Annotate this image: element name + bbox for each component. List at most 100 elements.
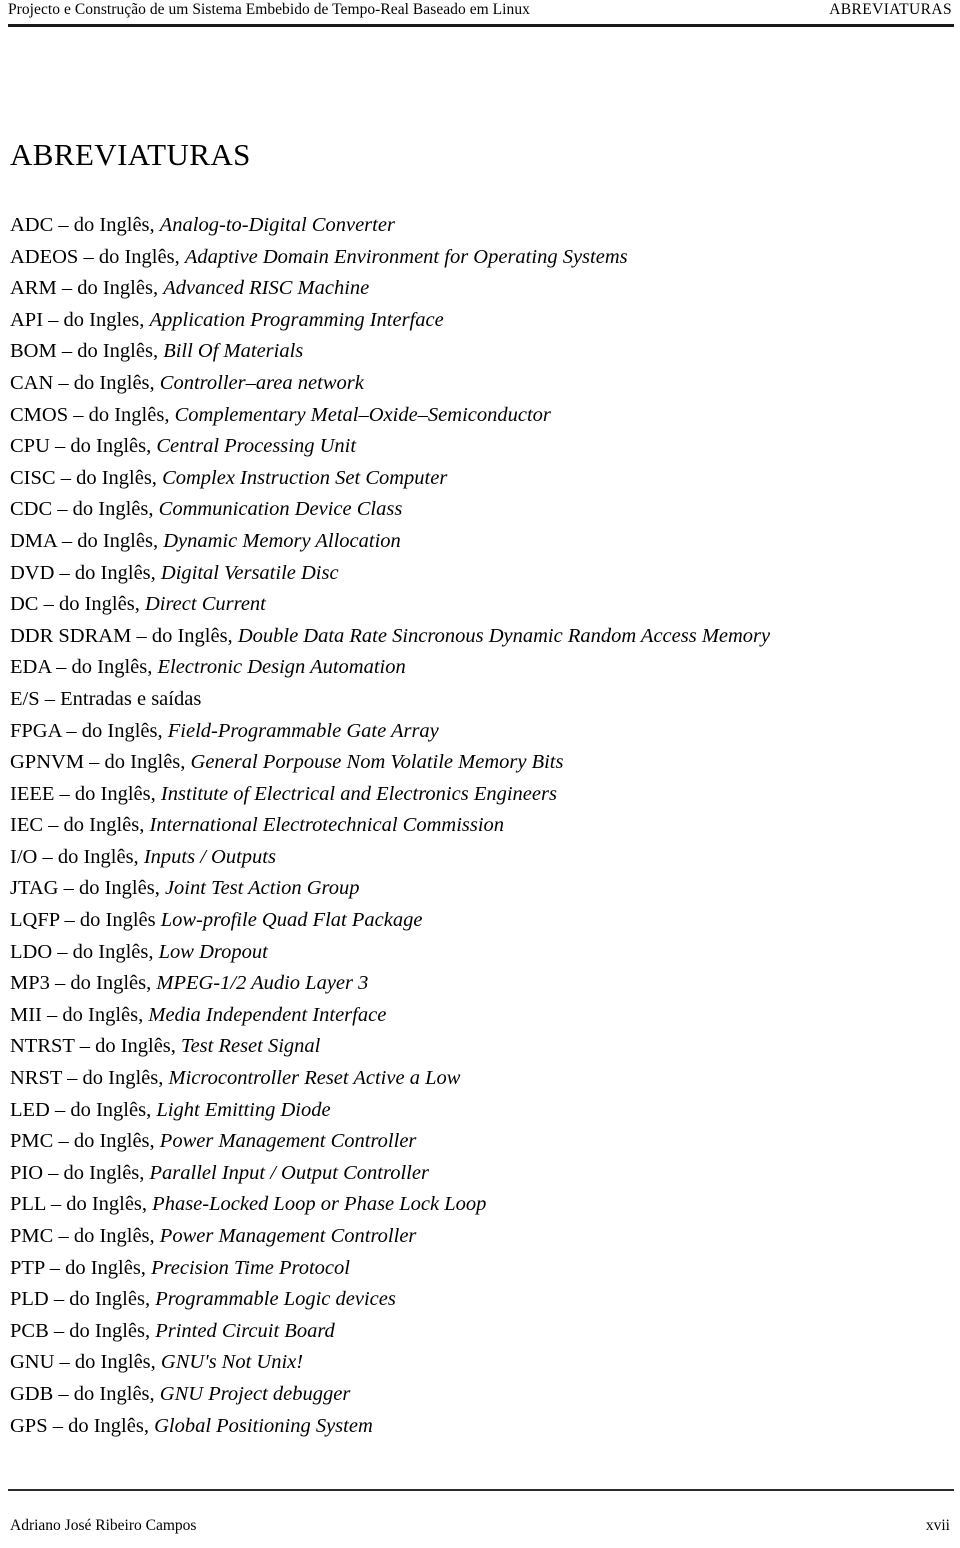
abbreviation-separator: – (56, 529, 78, 552)
abbreviation-expansion: Digital Versatile Disc (160, 561, 339, 584)
abbreviation-expansion: Printed Circuit Board (155, 1319, 335, 1342)
abbreviation-separator: – (47, 1414, 69, 1437)
abbreviation-term: E/S (10, 687, 40, 710)
abbreviation-term: BOM (10, 340, 57, 363)
abbreviation-source-label: do Inglês, (68, 1414, 149, 1437)
abbreviation-expansion: Entradas e saídas (60, 687, 202, 710)
abbreviation-entry: IEC – do Inglês, International Electrote… (10, 810, 950, 842)
abbreviation-separator: – (84, 751, 105, 774)
abbreviation-source-label: do Inglês, (70, 435, 152, 458)
abbreviation-entry: MII – do Inglês, Media Independent Inter… (10, 1000, 950, 1032)
abbreviation-term: PLL (10, 1193, 46, 1216)
abbreviation-source-label: do Inglês, (57, 845, 139, 868)
abbreviation-expansion: GNU's Not Unix! (160, 1351, 304, 1374)
abbreviation-expansion: Field-Programmable Gate Array (167, 719, 439, 742)
abbreviation-term: NTRST (10, 1035, 75, 1058)
abbreviation-expansion: Controller–area network (159, 371, 364, 394)
abbreviation-separator: – (39, 687, 61, 710)
abbreviation-separator: – (45, 1193, 67, 1216)
abbreviation-term: FPGA (10, 719, 62, 742)
abbreviation-entry: BOM – do Inglês, Bill Of Materials (10, 336, 950, 368)
abbreviation-separator: – (37, 845, 58, 868)
abbreviation-expansion: Advanced RISC Machine (163, 277, 370, 300)
abbreviation-entry: MP3 – do Inglês, MPEG-1/2 Audio Layer 3 (10, 968, 950, 1000)
abbreviation-term: PTP (10, 1256, 45, 1279)
abbreviation-term: CPU (10, 435, 50, 458)
abbreviation-term: PCB (10, 1319, 49, 1342)
abbreviation-term: GPS (10, 1414, 48, 1437)
abbreviation-source-label: do Inglês, (71, 656, 153, 679)
abbreviation-entry: ADC – do Inglês, Analog-to-Digital Conve… (10, 210, 950, 242)
abbreviation-separator: – (48, 1319, 70, 1342)
abbreviation-source-label: do Inglês, (70, 1098, 152, 1121)
abbreviation-expansion: Dynamic Memory Allocation (163, 529, 401, 552)
abbreviation-entry: GDB – do Inglês, GNU Project debugger (10, 1379, 950, 1411)
abbreviation-source-label: do Inglês, (78, 877, 160, 900)
abbreviation-separator: – (56, 277, 78, 300)
abbreviation-entry: JTAG – do Inglês, Joint Test Action Grou… (10, 873, 950, 905)
footer-page-number: xvii (925, 1517, 950, 1534)
abbreviation-expansion: Direct Current (144, 593, 266, 616)
abbreviation-separator: – (49, 972, 71, 995)
abbreviation-expansion: Microcontroller Reset Active a Low (168, 1067, 461, 1090)
abbreviation-entry: DMA – do Inglês, Dynamic Memory Allocati… (10, 526, 950, 558)
abbreviation-source-label: do Inglês, (65, 1256, 146, 1279)
abbreviation-separator: – (131, 624, 152, 647)
abbreviation-term: LED (10, 1098, 50, 1121)
abbreviation-separator: – (49, 1098, 71, 1121)
abbreviation-source-label: do Inglês, (151, 624, 233, 647)
abbreviation-separator: – (43, 814, 64, 837)
abbreviation-separator: – (78, 245, 99, 268)
abbreviation-separator: – (43, 1161, 64, 1184)
footer-divider (8, 1489, 954, 1491)
abbreviation-source-label: do Inglês, (74, 782, 156, 805)
abbreviation-term: DMA (10, 529, 57, 552)
abbreviation-separator: – (53, 214, 74, 236)
abbreviation-entry: FPGA – do Inglês, Field-Programmable Gat… (10, 716, 950, 748)
abbreviation-term: IEEE (10, 782, 55, 805)
abbreviation-expansion: GNU Project debugger (159, 1382, 351, 1405)
abbreviation-term: CDC (10, 498, 53, 521)
abbreviation-expansion: Light Emitting Diode (156, 1098, 331, 1121)
abbreviation-source-label: do Inglês, (70, 972, 152, 995)
abbreviation-expansion: Joint Test Action Group (164, 877, 360, 900)
abbreviation-separator: – (53, 1382, 74, 1405)
abbreviation-term: I/O (10, 845, 38, 868)
abbreviation-separator: – (68, 403, 89, 426)
abbreviation-source-label: do Inglês, (72, 498, 154, 521)
abbreviation-source-label: do Inglês, (81, 719, 163, 742)
abbreviation-separator: – (74, 1035, 96, 1058)
abbreviation-expansion: Application Programming Interface (149, 308, 444, 331)
abbreviation-source-label: do Inglês, (74, 561, 156, 584)
abbreviation-term: ARM (10, 277, 57, 300)
abbreviation-term: CMOS (10, 403, 69, 426)
abbreviation-entry: CISC – do Inglês, Complex Instruction Se… (10, 463, 950, 495)
abbreviation-term: GPNVM (10, 751, 85, 774)
abbreviation-source-label: do Inglês, (73, 1382, 155, 1405)
abbreviation-source-label: do Inglês, (58, 593, 140, 616)
abbreviation-entry: ADEOS – do Inglês, Adaptive Domain Envir… (10, 242, 950, 274)
abbreviation-term: GNU (10, 1351, 55, 1374)
abbreviation-entry: PCB – do Inglês, Printed Circuit Board (10, 1316, 950, 1348)
abbreviation-expansion: Low-profile Quad Flat Package (160, 909, 423, 932)
abbreviation-term: CAN (10, 371, 54, 394)
abbreviation-separator: – (53, 1225, 74, 1247)
abbreviation-entry: DDR SDRAM – do Inglês, Double Data Rate … (10, 621, 950, 653)
abbreviation-term: MP3 (10, 972, 50, 995)
abbreviation-source-label: do Inglês, (63, 1161, 145, 1184)
running-head-section: ABREVIATURAS (829, 1, 952, 18)
abbreviation-source-label: do Inglês, (73, 1130, 155, 1153)
abbreviation-entry: CMOS – do Inglês, Complementary Metal–Ox… (10, 400, 950, 432)
abbreviation-expansion: Analog-to-Digital Converter (159, 214, 395, 236)
abbreviation-source-label: do Inglês, (88, 403, 170, 426)
abbreviation-entry: LQFP – do Inglês Low-profile Quad Flat P… (10, 905, 950, 937)
abbreviation-separator: – (51, 656, 72, 679)
abbreviation-expansion: Communication Device Class (158, 498, 403, 521)
abbreviation-source-label: do Inglês, (98, 245, 180, 268)
abbreviation-entry: LED – do Inglês, Light Emitting Diode (10, 1095, 950, 1127)
abbreviation-separator: – (53, 1130, 74, 1153)
abbreviation-separator: – (43, 308, 64, 331)
abbreviation-entry: NRST – do Inglês, Microcontroller Reset … (10, 1063, 950, 1095)
abbreviation-separator: – (56, 340, 78, 363)
abbreviation-term: PMC (10, 1130, 54, 1153)
